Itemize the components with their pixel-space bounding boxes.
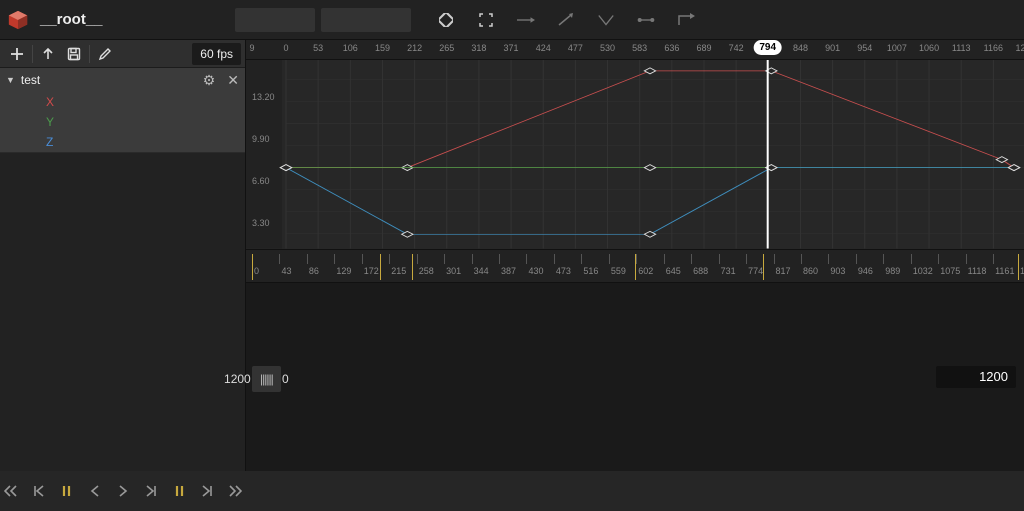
toolbar-field-1[interactable] [235, 8, 315, 32]
gear-icon[interactable]: ⚙ [203, 72, 216, 89]
range-start: 0 [282, 372, 289, 386]
upload-icon[interactable] [35, 42, 61, 66]
edit-icon[interactable] [92, 42, 118, 66]
keyframe-icon[interactable] [437, 11, 455, 29]
tangent-step-out-icon[interactable] [677, 11, 695, 29]
track-header[interactable]: ▼ test ⚙ ✕ [0, 68, 245, 92]
page-title: __root__ [40, 11, 103, 28]
fps-display[interactable]: 60 fps [192, 43, 241, 65]
curve-editor[interactable]: 13.209.906.603.300.00-3.30-6.60-9.90 [246, 60, 1024, 249]
tangent-broken-icon[interactable] [597, 11, 615, 29]
close-icon[interactable]: ✕ [227, 72, 239, 89]
mini-ruler[interactable]: 0438612917221525830134438743047351655960… [246, 249, 1024, 283]
transport-controls [0, 482, 246, 500]
add-icon[interactable] [4, 42, 30, 66]
goto-start-icon[interactable] [2, 482, 20, 500]
toolbar-field-2[interactable] [321, 8, 411, 32]
goto-end-icon[interactable] [226, 482, 244, 500]
tangent-step-in-icon[interactable] [637, 11, 655, 29]
step-fwd-icon[interactable] [142, 482, 160, 500]
save-icon[interactable] [61, 42, 87, 66]
track-name: test [21, 73, 197, 87]
prev-key-icon[interactable] [30, 482, 48, 500]
bottom-bar [0, 471, 1024, 511]
track-axis-x[interactable]: X [0, 92, 245, 112]
playhead-indicator[interactable]: 794 [753, 40, 782, 55]
track-axis-z[interactable]: Z [0, 132, 245, 152]
chevron-down-icon: ▼ [6, 75, 15, 85]
tangent-flat-icon[interactable] [517, 11, 535, 29]
tangent-linear-icon[interactable] [557, 11, 575, 29]
top-toolbar: __root__ [0, 0, 1024, 40]
next-key-accent-icon[interactable] [170, 482, 188, 500]
sidebar-toolbar: 60 fps [0, 40, 245, 68]
track-group: ▼ test ⚙ ✕ X Y Z [0, 68, 245, 153]
play-icon[interactable] [114, 482, 132, 500]
workspace: 794 905310615921226531837142447753058363… [246, 40, 1024, 471]
step-back-icon[interactable] [86, 482, 104, 500]
range-handle-right-icon[interactable]: ||| [266, 372, 272, 386]
app-logo-icon [6, 8, 30, 32]
next-key-icon[interactable] [198, 482, 216, 500]
total-frames-field[interactable]: 1200 [936, 366, 1016, 388]
range-scrubber[interactable]: ||| 0 1200 ||| [252, 366, 281, 392]
sidebar-empty [0, 153, 245, 471]
frame-select-icon[interactable] [477, 11, 495, 29]
track-axis-y[interactable]: Y [0, 112, 245, 132]
range-end: 1200 [224, 372, 251, 386]
sidebar: 60 fps ▼ test ⚙ ✕ X Y Z [0, 40, 246, 471]
timeline-ruler[interactable]: 794 905310615921226531837142447753058363… [246, 40, 1024, 60]
prev-key-accent-icon[interactable] [58, 482, 76, 500]
